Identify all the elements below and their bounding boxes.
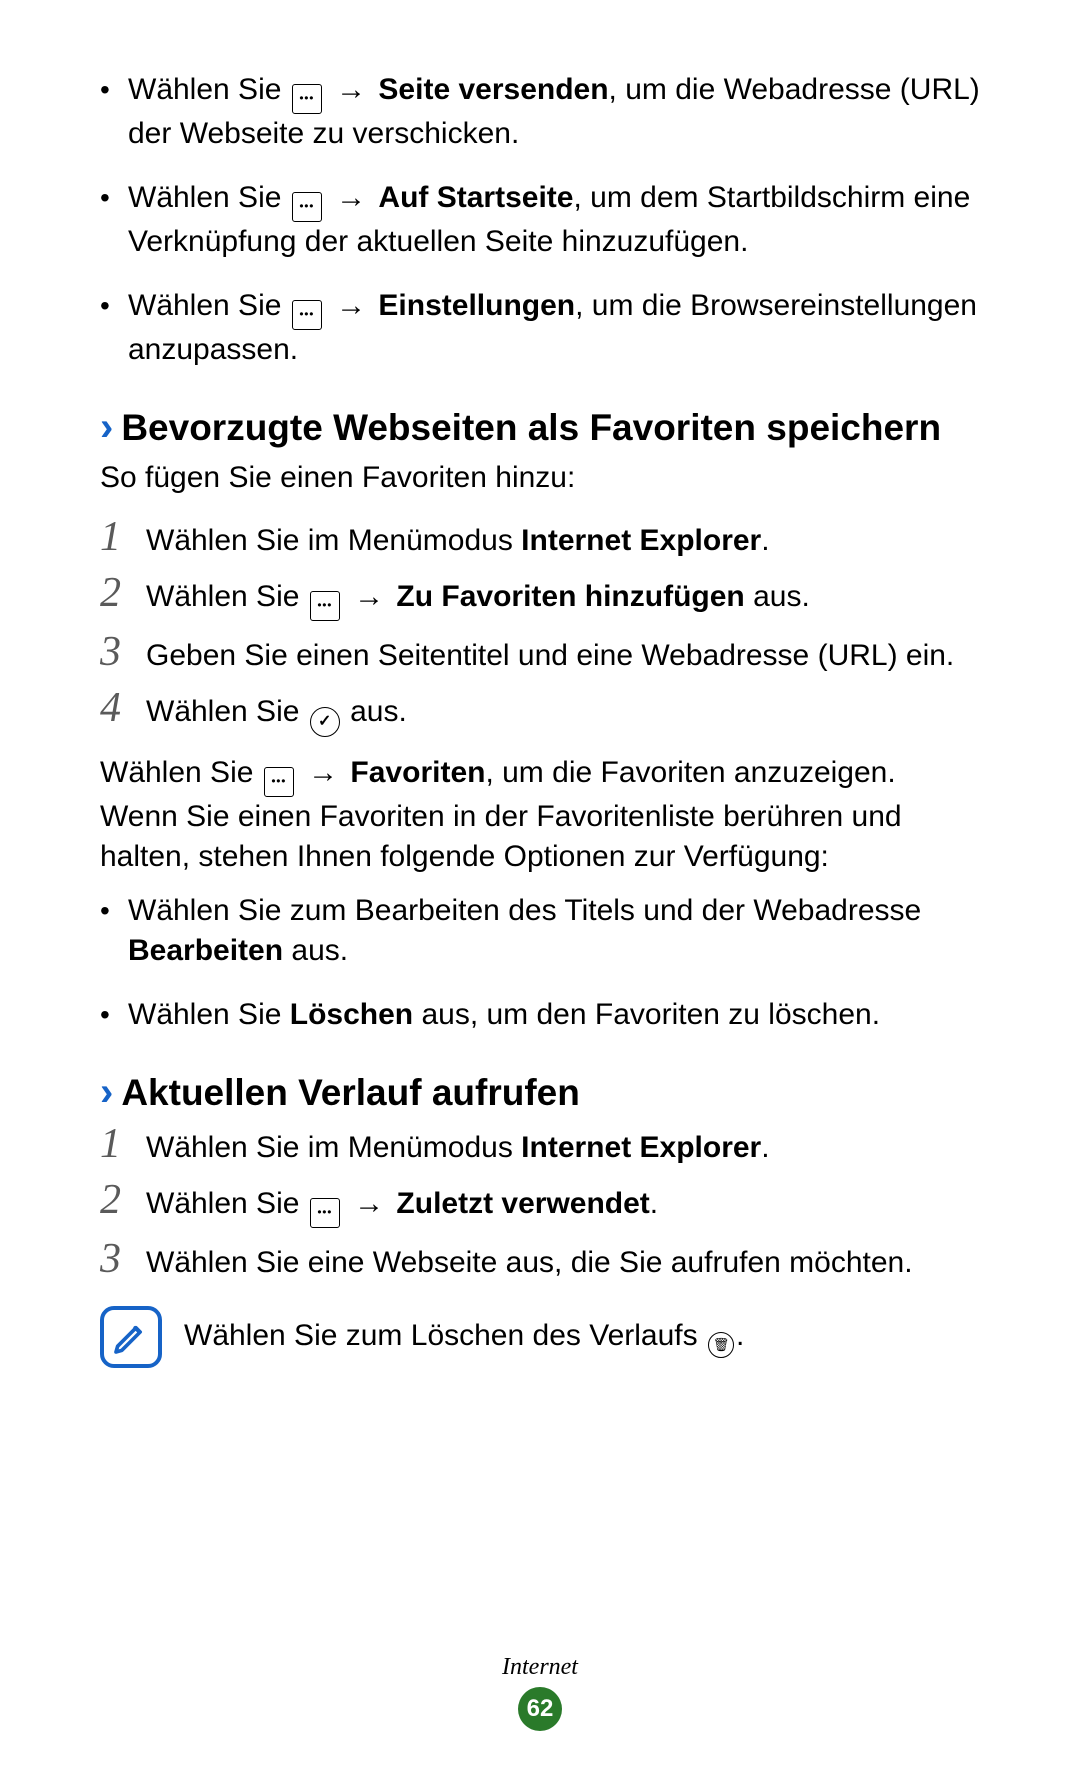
text: Wählen Sie im Menümodus [146, 524, 521, 557]
step-item: 2 Wählen Sie → Zuletzt verwendet. [100, 1179, 980, 1228]
text: Wählen Sie im Menümodus [146, 1131, 521, 1164]
text: Geben Sie einen Seitentitel und eine Web… [146, 639, 954, 672]
text: Wählen Sie [128, 73, 290, 106]
section-heading-favorites: › Bevorzugte Webseiten als Favoriten spe… [100, 405, 980, 450]
chevron-icon: › [100, 1070, 113, 1115]
menu-icon [310, 591, 340, 621]
text: Wählen Sie zum Bearbeiten des Titels und… [128, 894, 921, 927]
arrow-icon: → [300, 756, 347, 789]
footer-section-label: Internet [0, 1654, 1080, 1681]
note-pencil-icon [100, 1306, 162, 1368]
text: aus. [342, 695, 407, 728]
text: aus. [745, 580, 810, 613]
section-heading-history: › Aktuellen Verlauf aufrufen [100, 1070, 980, 1115]
text: Wählen Sie zum Löschen des Verlaufs [184, 1319, 706, 1352]
page-number: 62 [518, 1687, 562, 1731]
arrow-icon: → [346, 580, 393, 613]
check-icon [310, 707, 340, 737]
arrow-icon: → [346, 1187, 393, 1220]
arrow-icon: → [328, 73, 375, 106]
heading-text: Bevorzugte Webseiten als Favoriten speic… [121, 407, 941, 449]
step-number: 2 [100, 1179, 146, 1221]
step-item: 4 Wählen Sie aus. [100, 687, 980, 737]
bold-text: Internet Explorer [521, 524, 761, 557]
text: aus. [283, 934, 348, 967]
text: Wählen Sie [146, 695, 308, 728]
note-row: Wählen Sie zum Löschen des Verlaufs . [100, 1306, 980, 1368]
text: Wählen Sie [146, 580, 308, 613]
bold-text: Zuletzt verwendet [396, 1187, 649, 1220]
bold-text: Zu Favoriten hinzufügen [396, 580, 744, 613]
menu-icon [264, 767, 294, 797]
bold-text: Löschen [290, 998, 413, 1031]
trash-icon [708, 1332, 734, 1358]
text: Wählen Sie [128, 289, 290, 322]
heading-text: Aktuellen Verlauf aufrufen [121, 1072, 580, 1114]
step-number: 3 [100, 631, 146, 673]
text: . [736, 1319, 744, 1352]
step-number: 3 [100, 1238, 146, 1280]
menu-icon [310, 1198, 340, 1228]
menu-icon [292, 300, 322, 330]
text: . [761, 1131, 769, 1164]
menu-icon [292, 84, 322, 114]
bullet-item: Wählen Sie Löschen aus, um den Favoriten… [100, 995, 980, 1035]
page-footer: Internet 62 [0, 1654, 1080, 1731]
bold-text: Internet Explorer [521, 1131, 761, 1164]
bullet-item: Wählen Sie → Einstellungen, um die Brows… [100, 286, 980, 370]
step-item: 3 Geben Sie einen Seitentitel und eine W… [100, 631, 980, 677]
note-text: Wählen Sie zum Löschen des Verlaufs . [184, 1316, 980, 1358]
arrow-icon: → [328, 289, 375, 322]
step-number: 1 [100, 516, 146, 558]
chevron-icon: › [100, 405, 113, 450]
bold-text: Seite versenden [378, 73, 608, 106]
step-item: 1 Wählen Sie im Menümodus Internet Explo… [100, 516, 980, 562]
bold-text: Einstellungen [378, 289, 575, 322]
step-number: 1 [100, 1123, 146, 1165]
bold-text: Favoriten [350, 756, 485, 789]
text: . [650, 1187, 658, 1220]
sub-bullet-list: Wählen Sie zum Bearbeiten des Titels und… [100, 891, 980, 1035]
text: Wählen Sie [128, 998, 290, 1031]
steps-list-favorites: 1 Wählen Sie im Menümodus Internet Explo… [100, 516, 980, 737]
text: aus, um den Favoriten zu löschen. [413, 998, 880, 1031]
text: Wählen Sie [100, 756, 262, 789]
step-number: 2 [100, 572, 146, 614]
text: . [761, 524, 769, 557]
step-number: 4 [100, 687, 146, 729]
text: Wählen Sie [128, 181, 290, 214]
arrow-icon: → [328, 181, 375, 214]
intro-text: So fügen Sie einen Favoriten hinzu: [100, 458, 980, 498]
bullet-item: Wählen Sie → Seite versenden, um die Web… [100, 70, 980, 154]
text: Wählen Sie [146, 1187, 308, 1220]
bullet-item: Wählen Sie zum Bearbeiten des Titels und… [100, 891, 980, 971]
paragraph: Wählen Sie → Favoriten, um die Favoriten… [100, 753, 980, 877]
text: Wählen Sie eine Webseite aus, die Sie au… [146, 1246, 913, 1279]
top-bullet-list: Wählen Sie → Seite versenden, um die Web… [100, 70, 980, 370]
step-item: 2 Wählen Sie → Zu Favoriten hinzufügen a… [100, 572, 980, 621]
bold-text: Auf Startseite [378, 181, 573, 214]
steps-list-history: 1 Wählen Sie im Menümodus Internet Explo… [100, 1123, 980, 1284]
bold-text: Bearbeiten [128, 934, 283, 967]
bullet-item: Wählen Sie → Auf Startseite, um dem Star… [100, 178, 980, 262]
menu-icon [292, 192, 322, 222]
step-item: 1 Wählen Sie im Menümodus Internet Explo… [100, 1123, 980, 1169]
step-item: 3 Wählen Sie eine Webseite aus, die Sie … [100, 1238, 980, 1284]
